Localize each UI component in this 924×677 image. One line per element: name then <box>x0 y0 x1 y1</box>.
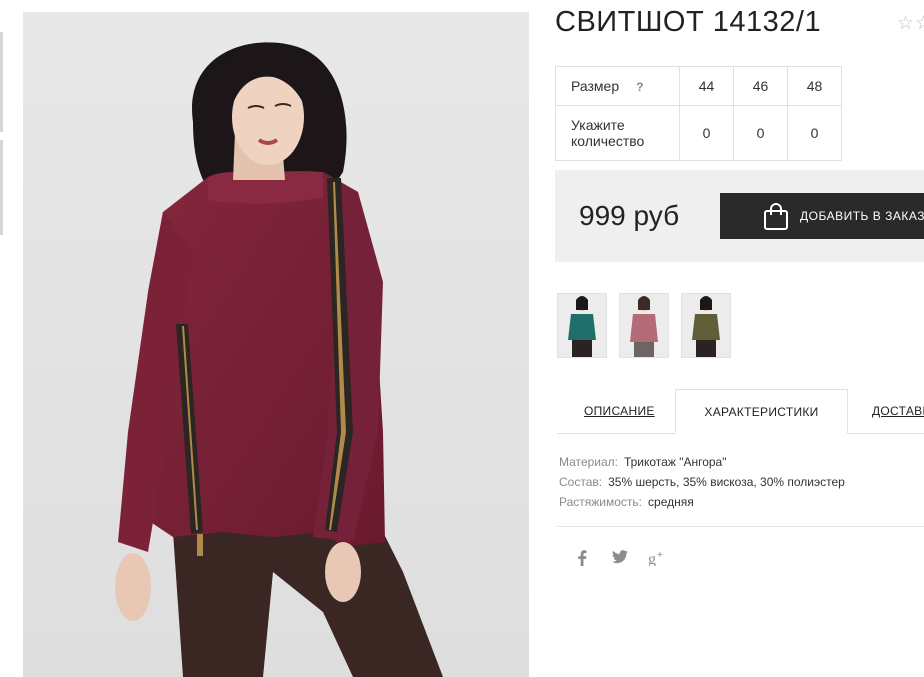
spec-value: Трикотаж "Ангора" <box>623 455 727 469</box>
tab-description[interactable]: ОПИСАНИЕ <box>584 389 655 433</box>
size-48[interactable]: 48 <box>787 66 842 106</box>
google-plus-icon[interactable]: g + <box>648 550 667 570</box>
quantity-48-input[interactable]: 0 <box>787 105 842 161</box>
add-to-cart-label: ДОБАВИТЬ В ЗАКАЗ <box>800 209 924 223</box>
spec-label: Материал: <box>559 455 618 469</box>
tab-characteristics[interactable]: ХАРАКТЕРИСТИКИ <box>675 389 848 434</box>
spec-label: Растяжимость: <box>559 495 643 509</box>
color-variants <box>557 293 731 358</box>
variant-thumb-teal[interactable] <box>557 293 607 358</box>
spec-row-composition: Состав: 35% шерсть, 35% вискоза, 30% поли… <box>559 472 845 492</box>
spec-value: средняя <box>648 495 694 509</box>
rating-stars-icon[interactable]: ☆☆ <box>897 12 924 35</box>
left-edge-strip <box>0 0 6 677</box>
social-share: g + <box>572 550 667 570</box>
svg-text:g: g <box>648 551 656 566</box>
twitter-icon[interactable] <box>610 550 629 570</box>
spec-value: 35% шерсть, 35% вискоза, 30% полиэстер <box>608 475 845 489</box>
variant-thumb-olive[interactable] <box>681 293 731 358</box>
help-icon[interactable]: ? <box>636 80 643 94</box>
model-illustration <box>23 12 529 677</box>
spec-row-stretch: Растяжимость: средняя <box>559 492 845 512</box>
size-44[interactable]: 44 <box>679 66 734 106</box>
price: 999 руб <box>579 200 680 231</box>
size-46[interactable]: 46 <box>733 66 788 106</box>
specs-divider <box>557 526 924 527</box>
spec-row-material: Материал: Трикотаж "Ангора" <box>559 452 845 472</box>
product-photo[interactable] <box>23 12 529 677</box>
price-bar: 999 руб ДОБАВИТЬ В ЗАКАЗ <box>555 170 924 262</box>
scroll-segment <box>0 140 3 235</box>
size-label: Размер <box>571 78 620 94</box>
quantity-label: Укажите количество <box>555 105 680 161</box>
product-tabs: ОПИСАНИЕ ХАРАКТЕРИСТИКИ ДОСТАВК <box>557 389 924 434</box>
size-label-cell: Размер? <box>555 66 680 106</box>
quantity-46-input[interactable]: 0 <box>733 105 788 161</box>
facebook-icon[interactable] <box>572 550 591 570</box>
variant-thumb-dusty-rose[interactable] <box>619 293 669 358</box>
spec-label: Состав: <box>559 475 603 489</box>
size-table: Размер? 44 46 48 Укажите количество 0 0 … <box>555 66 842 161</box>
tab-delivery[interactable]: ДОСТАВК <box>872 389 924 433</box>
characteristics-list: Материал: Трикотаж "Ангора" Состав: 35% ше… <box>559 452 845 512</box>
add-to-cart-button[interactable]: ДОБАВИТЬ В ЗАКАЗ <box>720 193 924 239</box>
scroll-segment <box>0 32 3 132</box>
svg-text:+: + <box>657 550 663 561</box>
quantity-44-input[interactable]: 0 <box>679 105 734 161</box>
product-title: СВИТШОТ 14132/1 <box>555 6 822 38</box>
shopping-bag-icon <box>762 201 790 231</box>
